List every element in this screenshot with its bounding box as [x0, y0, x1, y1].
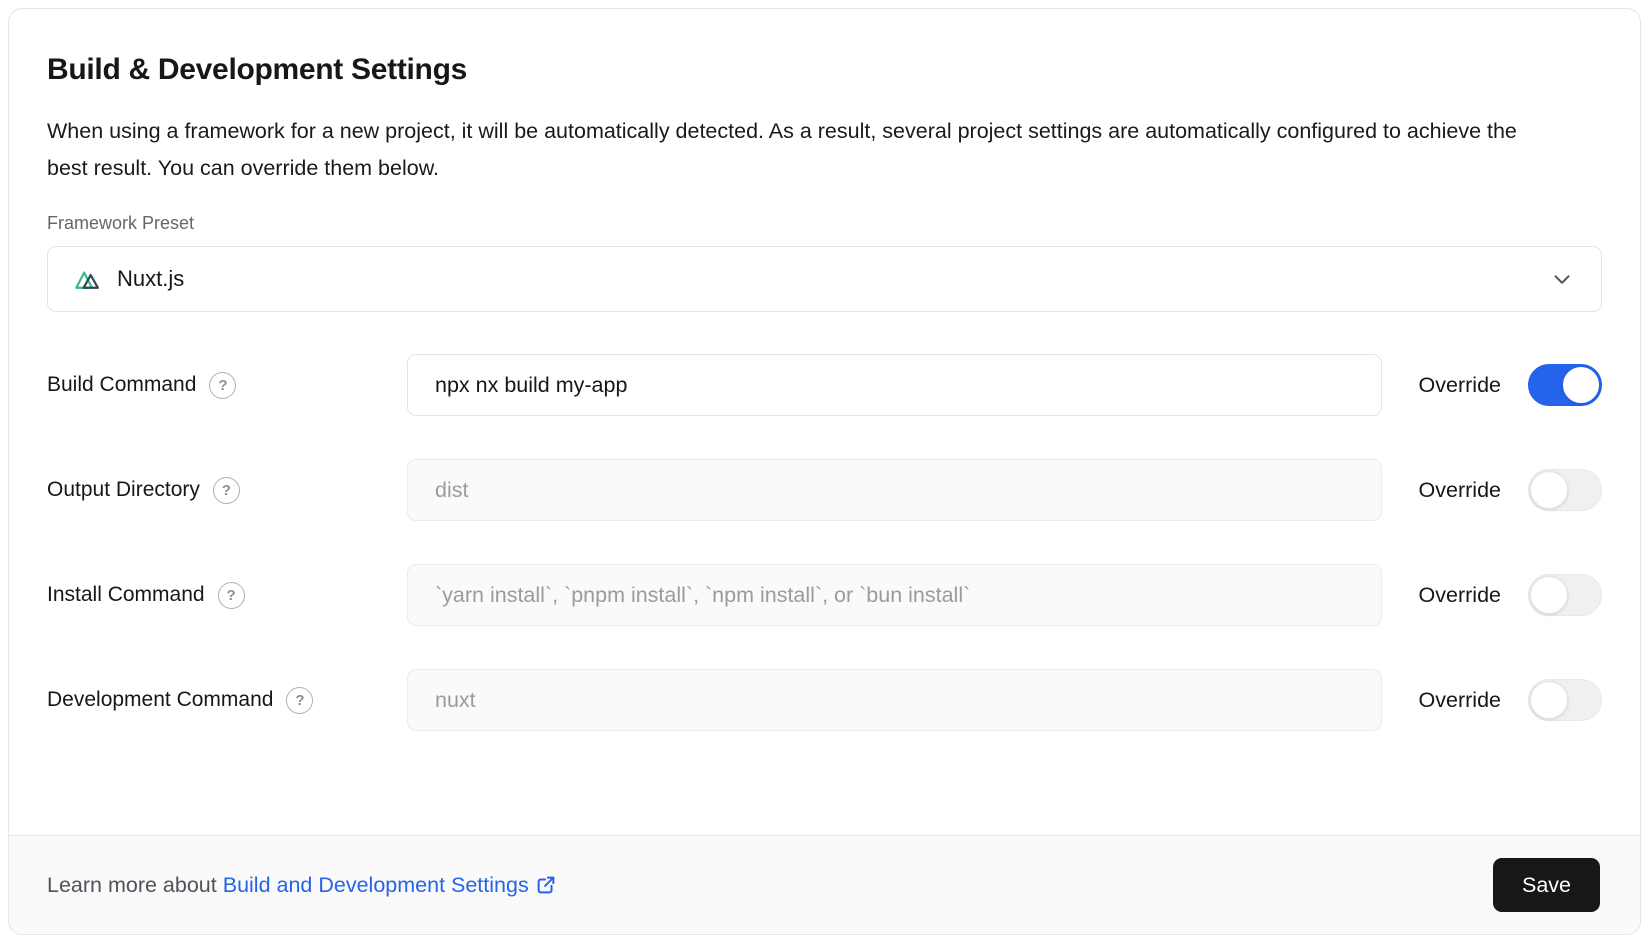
- external-link-icon: [535, 874, 557, 896]
- help-question-icon[interactable]: ?: [209, 372, 236, 399]
- development-command-row: Development Command ? Override: [47, 669, 1602, 731]
- output-directory-label: Output Directory: [47, 478, 200, 502]
- override-label: Override: [1419, 373, 1501, 398]
- page-title: Build & Development Settings: [47, 53, 1602, 87]
- row-label: Build Command ?: [47, 372, 407, 399]
- output-directory-row: Output Directory ? Override: [47, 459, 1602, 521]
- learn-more-prefix: Learn more about: [47, 873, 217, 898]
- build-settings-card: Build & Development Settings When using …: [8, 8, 1641, 935]
- toggle-knob: [1530, 576, 1568, 614]
- toggle-knob: [1530, 681, 1568, 719]
- row-label: Install Command ?: [47, 582, 407, 609]
- override-control: Override: [1382, 574, 1602, 616]
- toggle-knob: [1562, 366, 1600, 404]
- help-question-icon[interactable]: ?: [286, 687, 313, 714]
- chevron-down-icon: [1549, 266, 1575, 292]
- override-control: Override: [1382, 469, 1602, 511]
- learn-more-link-text: Build and Development Settings: [223, 873, 529, 898]
- card-body: Build & Development Settings When using …: [9, 9, 1640, 774]
- override-label: Override: [1419, 688, 1501, 713]
- row-label: Output Directory ?: [47, 477, 407, 504]
- framework-preset-selected: Nuxt.js: [74, 265, 184, 293]
- settings-rows: Build Command ? Override Output Director…: [47, 354, 1602, 731]
- help-question-icon[interactable]: ?: [218, 582, 245, 609]
- development-command-label: Development Command: [47, 688, 273, 712]
- install-command-row: Install Command ? Override: [47, 564, 1602, 626]
- save-button[interactable]: Save: [1493, 858, 1600, 912]
- install-command-override-toggle[interactable]: [1528, 574, 1602, 616]
- override-control: Override: [1382, 364, 1602, 406]
- framework-preset-select[interactable]: Nuxt.js: [47, 246, 1602, 312]
- override-control: Override: [1382, 679, 1602, 721]
- learn-more-text: Learn more about Build and Development S…: [47, 873, 557, 898]
- build-command-input[interactable]: [407, 354, 1382, 416]
- build-command-override-toggle[interactable]: [1528, 364, 1602, 406]
- settings-description: When using a framework for a new project…: [47, 113, 1527, 187]
- override-label: Override: [1419, 583, 1501, 608]
- override-label: Override: [1419, 478, 1501, 503]
- toggle-knob: [1530, 471, 1568, 509]
- development-command-input: [407, 669, 1382, 731]
- install-command-label: Install Command: [47, 583, 205, 607]
- nuxt-logo-icon: [74, 265, 102, 293]
- development-command-override-toggle[interactable]: [1528, 679, 1602, 721]
- build-command-row: Build Command ? Override: [47, 354, 1602, 416]
- build-command-label: Build Command: [47, 373, 196, 397]
- row-label: Development Command ?: [47, 687, 407, 714]
- build-settings-docs-link[interactable]: Build and Development Settings: [223, 873, 557, 898]
- help-question-icon[interactable]: ?: [213, 477, 240, 504]
- install-command-input: [407, 564, 1382, 626]
- card-footer: Learn more about Build and Development S…: [9, 835, 1640, 934]
- framework-preset-label: Framework Preset: [47, 213, 1602, 234]
- output-directory-input: [407, 459, 1382, 521]
- framework-preset-value: Nuxt.js: [117, 266, 184, 292]
- output-directory-override-toggle[interactable]: [1528, 469, 1602, 511]
